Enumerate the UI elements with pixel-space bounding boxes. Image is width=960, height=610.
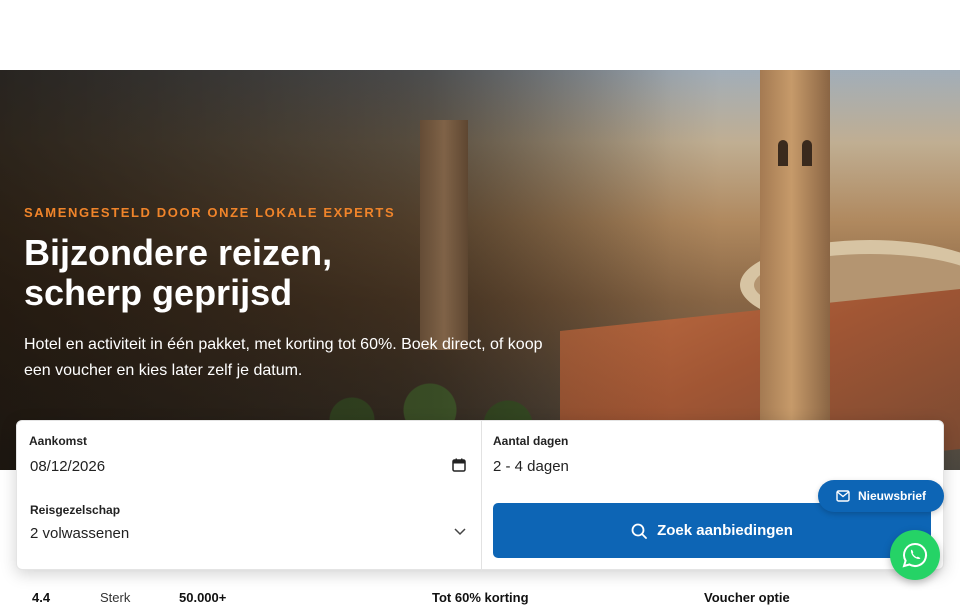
mail-icon (836, 490, 850, 502)
arrival-date-input[interactable]: 08/12/2026 (30, 458, 470, 478)
party-label: Reisgezelschap (30, 503, 121, 517)
search-icon (631, 523, 647, 539)
hero-title: Bijzondere reizen, scherp geprijsd (24, 233, 544, 313)
hero-title-line-2: scherp geprijsd (24, 272, 293, 313)
calendar-icon[interactable] (452, 458, 466, 472)
hero-subtitle: Hotel en activiteit in één pakket, met k… (24, 336, 543, 379)
top-navigation-bar (0, 0, 960, 70)
search-form: Aankomst 08/12/2026 Reisgezelschap 2 vol… (16, 420, 944, 571)
newsletter-button[interactable]: Nieuwsbrief (818, 480, 944, 512)
newsletter-label: Nieuwsbrief (857, 489, 926, 503)
days-label: Aantal dagen (493, 434, 569, 448)
party-select[interactable]: 2 volwassenen (30, 525, 470, 545)
arrival-label: Aankomst (29, 434, 88, 448)
hero-title-line-1: Bijzondere reizen, (24, 232, 333, 273)
trust-reviews-count: 50.000+ (179, 590, 227, 605)
trust-bar: 4.4 Sterk 50.000+ Tot 60% korting Vouche… (32, 590, 790, 605)
hero-kicker: SAMENGESTELD DOOR ONZE LOKALE EXPERTS (24, 205, 396, 220)
whatsapp-chat-button[interactable] (890, 530, 940, 580)
trust-discount: Tot 60% korting (432, 590, 529, 605)
chevron-down-icon[interactable] (454, 527, 466, 537)
trust-rating: 4.4 (32, 590, 51, 605)
search-offers-label: Zoek aanbiedingen (657, 522, 793, 539)
days-select[interactable]: 2 - 4 dagen (493, 458, 931, 478)
form-divider (481, 421, 482, 571)
whatsapp-icon (902, 542, 927, 568)
trust-voucher: Voucher optie (704, 590, 790, 605)
